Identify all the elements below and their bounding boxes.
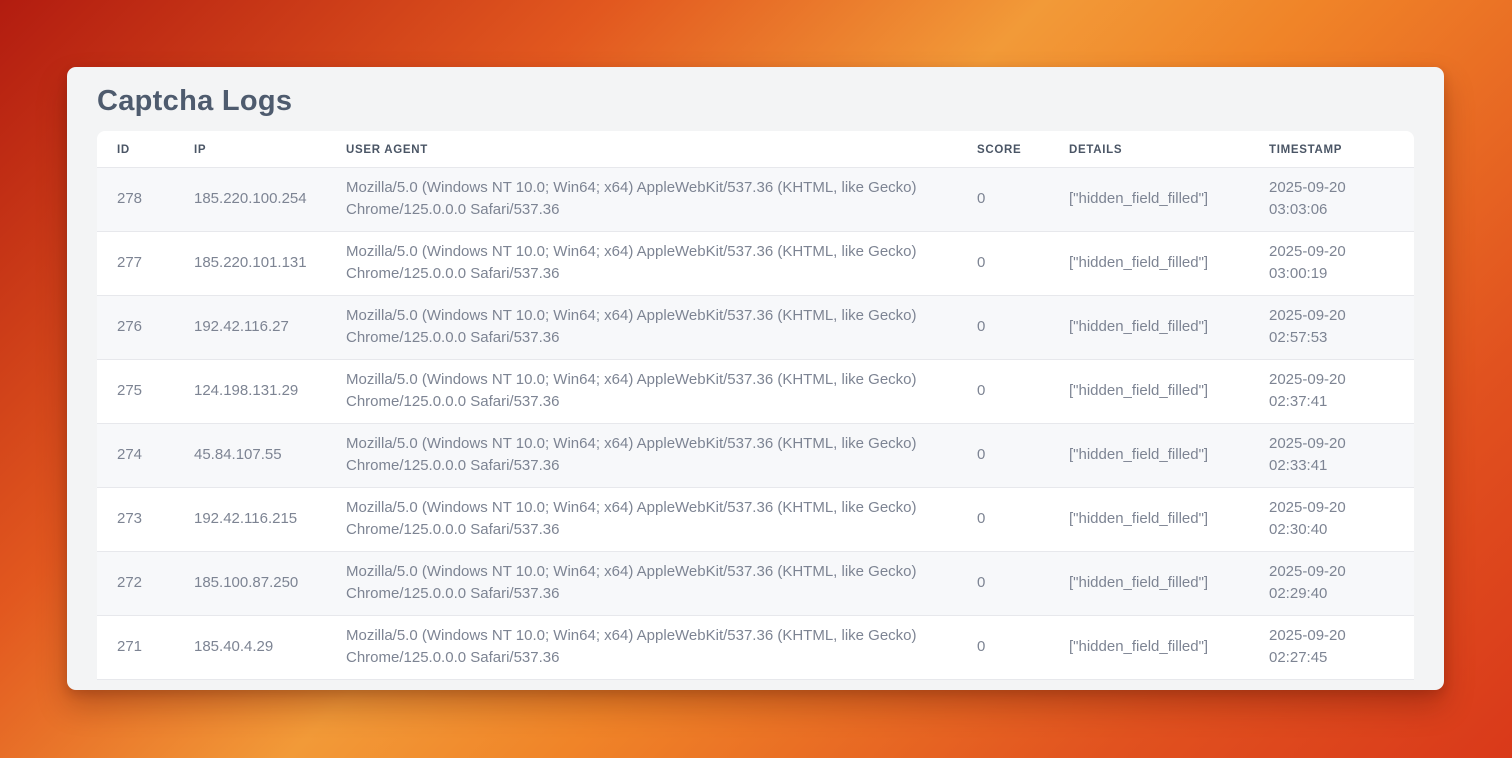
cell-details: ["hidden_field_filled"] xyxy=(1049,295,1249,359)
cell-user-agent: Mozilla/5.0 (Windows NT 10.0; Win64; x64… xyxy=(326,487,957,551)
cell-ip: 124.198.131.29 xyxy=(174,359,326,423)
page-title: Captcha Logs xyxy=(97,86,1414,117)
cell-id: 272 xyxy=(97,551,174,615)
table-body: 278 185.220.100.254 Mozilla/5.0 (Windows… xyxy=(97,167,1414,679)
table-row: 273 192.42.116.215 Mozilla/5.0 (Windows … xyxy=(97,487,1414,551)
column-header-id: ID xyxy=(97,131,174,167)
cell-id: 274 xyxy=(97,423,174,487)
cell-ip: 185.100.87.250 xyxy=(174,551,326,615)
cell-user-agent: Mozilla/5.0 (Windows NT 10.0; Win64; x64… xyxy=(326,615,957,679)
table-row: 276 192.42.116.27 Mozilla/5.0 (Windows N… xyxy=(97,295,1414,359)
column-header-score: SCORE xyxy=(957,131,1049,167)
cell-user-agent: Mozilla/5.0 (Windows NT 10.0; Win64; x64… xyxy=(326,551,957,615)
cell-user-agent: Mozilla/5.0 (Windows NT 10.0; Win64; x64… xyxy=(326,231,957,295)
cell-score: 0 xyxy=(957,615,1049,679)
cell-user-agent: Mozilla/5.0 (Windows NT 10.0; Win64; x64… xyxy=(326,423,957,487)
cell-id: 273 xyxy=(97,487,174,551)
cell-timestamp: 2025-09-20 02:30:40 xyxy=(1249,487,1414,551)
cell-timestamp: 2025-09-20 03:00:19 xyxy=(1249,231,1414,295)
cell-id: 276 xyxy=(97,295,174,359)
cell-id: 277 xyxy=(97,231,174,295)
cell-ip: 185.40.4.29 xyxy=(174,615,326,679)
cell-score: 0 xyxy=(957,423,1049,487)
cell-timestamp: 2025-09-20 02:33:41 xyxy=(1249,423,1414,487)
cell-timestamp: 2025-09-20 02:57:53 xyxy=(1249,295,1414,359)
cell-details: ["hidden_field_filled"] xyxy=(1049,423,1249,487)
cell-details: ["hidden_field_filled"] xyxy=(1049,487,1249,551)
captcha-logs-table-container: ID IP USER AGENT SCORE DETAILS TIMESTAMP… xyxy=(97,131,1414,680)
cell-score: 0 xyxy=(957,487,1049,551)
cell-user-agent: Mozilla/5.0 (Windows NT 10.0; Win64; x64… xyxy=(326,167,957,231)
cell-score: 0 xyxy=(957,551,1049,615)
cell-details: ["hidden_field_filled"] xyxy=(1049,551,1249,615)
cell-ip: 192.42.116.27 xyxy=(174,295,326,359)
cell-score: 0 xyxy=(957,359,1049,423)
cell-details: ["hidden_field_filled"] xyxy=(1049,231,1249,295)
table-row: 275 124.198.131.29 Mozilla/5.0 (Windows … xyxy=(97,359,1414,423)
table-header: ID IP USER AGENT SCORE DETAILS TIMESTAMP xyxy=(97,131,1414,167)
column-header-timestamp: TIMESTAMP xyxy=(1249,131,1414,167)
cell-details: ["hidden_field_filled"] xyxy=(1049,615,1249,679)
captcha-logs-table: ID IP USER AGENT SCORE DETAILS TIMESTAMP… xyxy=(97,131,1414,680)
cell-score: 0 xyxy=(957,167,1049,231)
cell-timestamp: 2025-09-20 02:29:40 xyxy=(1249,551,1414,615)
cell-ip: 192.42.116.215 xyxy=(174,487,326,551)
cell-timestamp: 2025-09-20 03:03:06 xyxy=(1249,167,1414,231)
cell-details: ["hidden_field_filled"] xyxy=(1049,359,1249,423)
table-row: 277 185.220.101.131 Mozilla/5.0 (Windows… xyxy=(97,231,1414,295)
table-row: 278 185.220.100.254 Mozilla/5.0 (Windows… xyxy=(97,167,1414,231)
cell-user-agent: Mozilla/5.0 (Windows NT 10.0; Win64; x64… xyxy=(326,359,957,423)
cell-ip: 45.84.107.55 xyxy=(174,423,326,487)
cell-id: 271 xyxy=(97,615,174,679)
cell-timestamp: 2025-09-20 02:37:41 xyxy=(1249,359,1414,423)
captcha-logs-card: Captcha Logs ID IP USER AGENT SCORE DETA… xyxy=(67,67,1444,690)
cell-timestamp: 2025-09-20 02:27:45 xyxy=(1249,615,1414,679)
table-header-row: ID IP USER AGENT SCORE DETAILS TIMESTAMP xyxy=(97,131,1414,167)
table-row: 272 185.100.87.250 Mozilla/5.0 (Windows … xyxy=(97,551,1414,615)
cell-id: 275 xyxy=(97,359,174,423)
cell-ip: 185.220.100.254 xyxy=(174,167,326,231)
cell-id: 278 xyxy=(97,167,174,231)
column-header-user-agent: USER AGENT xyxy=(326,131,957,167)
table-row: 271 185.40.4.29 Mozilla/5.0 (Windows NT … xyxy=(97,615,1414,679)
cell-user-agent: Mozilla/5.0 (Windows NT 10.0; Win64; x64… xyxy=(326,295,957,359)
cell-ip: 185.220.101.131 xyxy=(174,231,326,295)
cell-score: 0 xyxy=(957,295,1049,359)
cell-score: 0 xyxy=(957,231,1049,295)
cell-details: ["hidden_field_filled"] xyxy=(1049,167,1249,231)
column-header-ip: IP xyxy=(174,131,326,167)
column-header-details: DETAILS xyxy=(1049,131,1249,167)
table-row: 274 45.84.107.55 Mozilla/5.0 (Windows NT… xyxy=(97,423,1414,487)
